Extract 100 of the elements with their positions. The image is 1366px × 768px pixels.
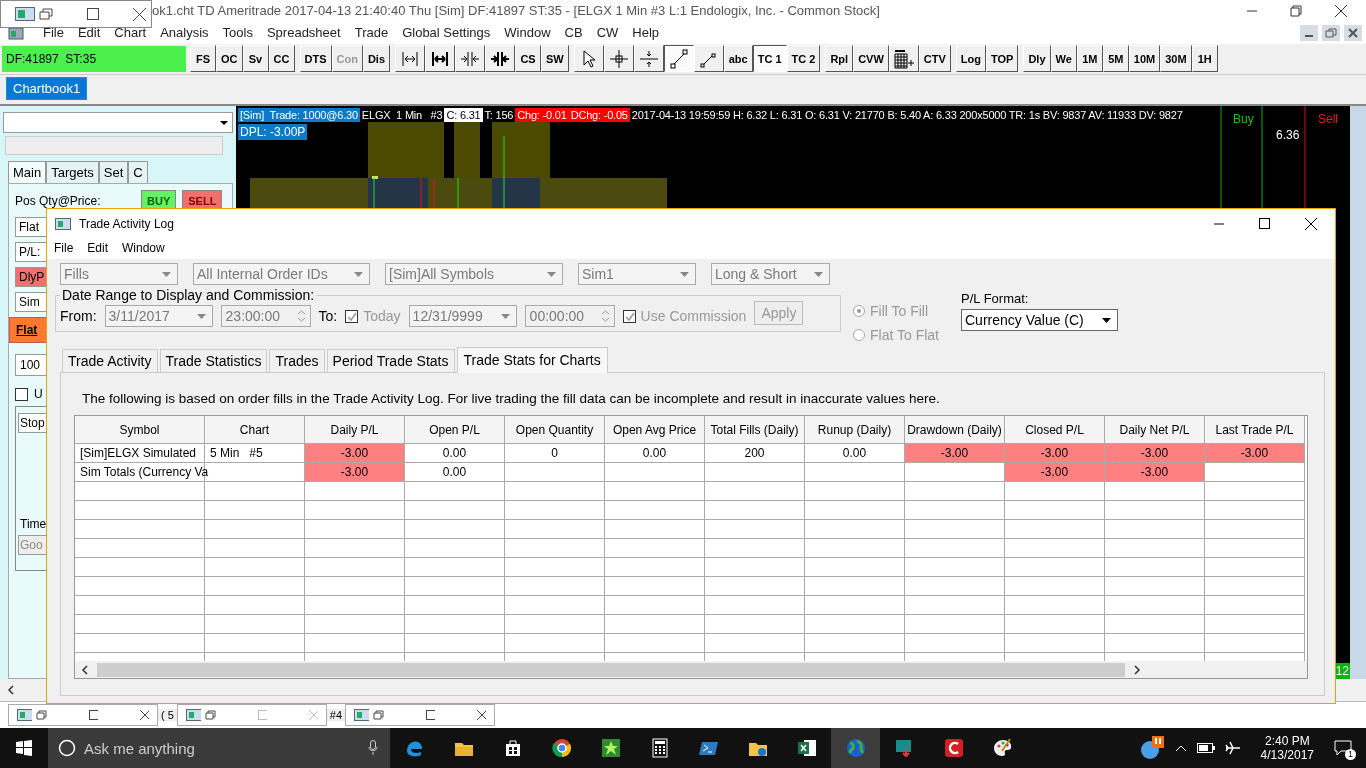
toolbar-button[interactable]: Sv — [242, 45, 269, 73]
toolbar-button[interactable]: 5M — [1102, 45, 1129, 73]
chevron-up-icon[interactable] — [1174, 744, 1187, 752]
toolbar-button[interactable]: TC 2 — [786, 45, 821, 73]
airplane-icon[interactable] — [1224, 740, 1241, 756]
panel-tab[interactable]: C — [128, 161, 148, 184]
toolbar-button[interactable]: TOP — [986, 45, 1019, 73]
scroll-thumb[interactable] — [97, 662, 1125, 677]
close-icon[interactable] — [476, 710, 487, 721]
vertical-scrollbar[interactable] — [1350, 106, 1366, 680]
radio-button[interactable] — [853, 329, 865, 341]
restore-icon[interactable] — [1290, 4, 1302, 17]
panel-tab[interactable]: Main — [8, 161, 47, 184]
column-header[interactable]: Open Avg Price — [605, 416, 705, 444]
column-header[interactable]: Daily P/L — [305, 416, 405, 444]
minimized-window[interactable] — [176, 704, 327, 727]
column-header[interactable]: Chart — [205, 416, 305, 444]
menu-item[interactable]: Tools — [215, 25, 260, 41]
toolbar-button[interactable]: TC 1 — [752, 45, 787, 73]
menu-item[interactable]: Global Settings — [395, 25, 498, 41]
panel-tab[interactable]: Targets — [46, 161, 99, 184]
restore-icon[interactable] — [39, 8, 53, 20]
column-header[interactable]: Total Fills (Daily) — [705, 416, 805, 444]
menu-item[interactable]: Trade — [347, 25, 396, 41]
minimized-window[interactable] — [0, 0, 152, 28]
column-header[interactable]: Last Trade P/L — [1205, 416, 1305, 444]
toolbar-button[interactable]: CS — [515, 45, 541, 73]
toolbar-button[interactable]: Dly — [1023, 45, 1051, 73]
toolbar-button[interactable]: OC — [216, 45, 243, 73]
clock-date[interactable]: 4/13/2017 — [1260, 748, 1314, 762]
column-header[interactable]: Runup (Daily) — [805, 416, 905, 444]
maximize-icon[interactable] — [1259, 218, 1271, 230]
close-icon[interactable] — [1305, 218, 1317, 230]
toolbar-button[interactable]: Log — [955, 45, 986, 73]
toolbar-button[interactable]: 1H — [1191, 45, 1218, 73]
toolbar-button[interactable]: We — [1050, 45, 1077, 73]
toolbar-button[interactable]: 10M — [1128, 45, 1161, 73]
toolbar-button[interactable]: CTV — [918, 45, 951, 73]
column-header[interactable]: Open P/L — [405, 416, 505, 444]
radio-button[interactable] — [853, 305, 865, 317]
microphone-icon[interactable] — [368, 740, 378, 756]
tool-button[interactable] — [663, 45, 694, 73]
menu-item[interactable]: File — [54, 241, 74, 255]
toolbar-button[interactable]: CVW — [853, 45, 889, 73]
restore-icon[interactable] — [372, 710, 384, 721]
battery-icon[interactable] — [1196, 743, 1215, 753]
minimized-window[interactable] — [8, 704, 158, 727]
scroll-left-icon[interactable] — [81, 664, 89, 675]
menu-item[interactable]: Analysis — [153, 25, 216, 41]
tab[interactable]: Trade Stats for Charts — [456, 347, 608, 373]
clock-time[interactable]: 2:40 PM — [1264, 734, 1310, 748]
horizontal-scrollbar[interactable] — [75, 661, 1307, 678]
toolbar-button[interactable]: Rpl — [825, 45, 854, 73]
menu-item[interactable]: Window — [122, 241, 165, 255]
minimized-window[interactable] — [345, 704, 496, 727]
warning-icon[interactable] — [1138, 736, 1165, 760]
toolbar-button[interactable]: abc — [723, 45, 753, 73]
tab[interactable]: Trades — [269, 349, 325, 372]
restore-icon[interactable] — [204, 710, 216, 721]
scroll-right-icon[interactable] — [1133, 664, 1141, 675]
menu-item[interactable]: Edit — [70, 25, 108, 41]
menu-item[interactable]: Chart — [107, 25, 154, 41]
tab[interactable]: Period Trade Stats — [326, 349, 455, 372]
maximize-icon[interactable] — [425, 710, 435, 721]
menu-item[interactable]: Help — [625, 25, 667, 41]
close-icon[interactable] — [139, 710, 149, 721]
toolbar-button[interactable]: 30M — [1160, 45, 1192, 73]
toolbar-button[interactable]: SW — [541, 45, 569, 73]
checkbox[interactable] — [15, 387, 28, 401]
restore-icon[interactable] — [35, 710, 47, 721]
tab[interactable]: Trade Activity — [62, 349, 158, 372]
symbol-dropdown[interactable] — [3, 112, 233, 134]
toolbar-button[interactable]: FS — [190, 45, 216, 73]
maximize-icon[interactable] — [88, 710, 98, 721]
toolbar-button[interactable]: Dis — [362, 45, 390, 73]
chartbook-tab[interactable]: Chartbook1 — [6, 77, 88, 101]
menu-item[interactable]: Spreadsheet — [259, 25, 348, 41]
search-field[interactable]: Ask me anything — [48, 728, 390, 768]
close-icon[interactable] — [1334, 3, 1348, 18]
minimize-icon[interactable] — [1300, 24, 1318, 41]
scroll-left-icon[interactable] — [6, 685, 16, 696]
column-header[interactable]: Daily Net P/L — [1105, 416, 1205, 444]
tab[interactable]: Trade Statistics — [159, 349, 268, 372]
close-icon[interactable] — [133, 7, 146, 21]
menu-item[interactable]: Window — [497, 25, 558, 41]
panel-tab[interactable]: Set — [98, 161, 129, 184]
column-header[interactable]: Symbol — [75, 416, 205, 444]
toolbar-button[interactable]: CC — [268, 45, 295, 73]
restore-icon[interactable] — [1322, 24, 1340, 41]
menu-item[interactable]: File — [36, 25, 71, 41]
column-header[interactable]: Closed P/L — [1005, 416, 1105, 444]
menu-item[interactable]: Edit — [87, 241, 109, 255]
column-header[interactable]: Drawdown (Daily) — [905, 416, 1005, 444]
maximize-icon[interactable] — [87, 8, 99, 20]
close-icon[interactable] — [1344, 24, 1362, 41]
column-header[interactable]: Open Quantity — [505, 416, 605, 444]
toolbar-button[interactable]: 1M — [1076, 45, 1103, 73]
menu-item[interactable]: CB — [557, 25, 590, 41]
toolbar-button[interactable]: DTS — [299, 45, 332, 73]
start-icon[interactable] — [16, 740, 32, 756]
